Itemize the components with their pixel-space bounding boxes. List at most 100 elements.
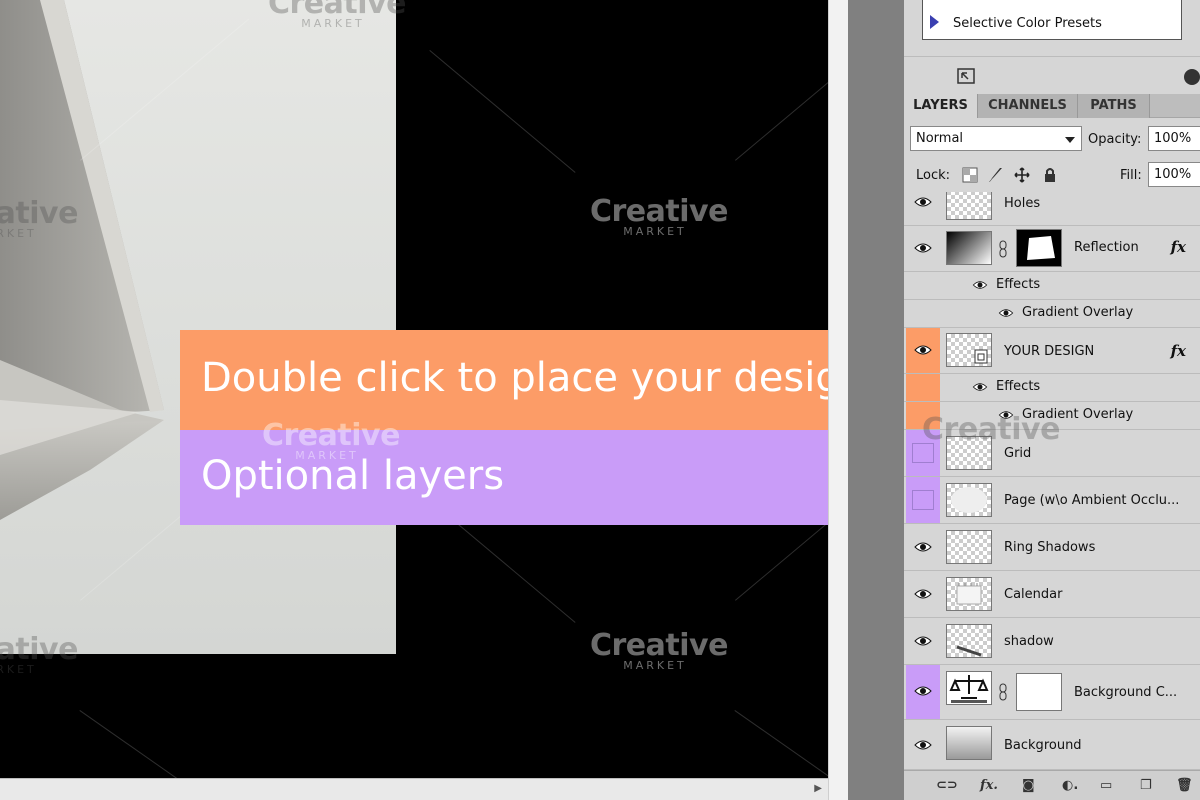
blend-mode-select[interactable]: Normal bbox=[910, 126, 1082, 151]
highlight-strip bbox=[906, 374, 940, 401]
effects-row[interactable]: Effects bbox=[904, 374, 1200, 402]
tab-paths[interactable]: PATHS bbox=[1078, 94, 1150, 118]
panel-tabs: LAYERS CHANNELS PATHS bbox=[904, 94, 1200, 118]
tab-channels[interactable]: CHANNELS bbox=[978, 94, 1078, 118]
fill-label: Fill: bbox=[1120, 168, 1142, 183]
calendar-stand-illustration bbox=[0, 0, 164, 520]
eye-icon bbox=[914, 740, 932, 750]
visibility-toggle[interactable] bbox=[906, 524, 940, 570]
adjustment-layer-icon[interactable]: ◐. bbox=[1062, 778, 1078, 793]
layer-name: YOUR DESIGN bbox=[1004, 344, 1095, 359]
eye-icon[interactable] bbox=[972, 382, 988, 392]
eye-icon[interactable] bbox=[998, 308, 1014, 318]
layer-thumbnail bbox=[946, 436, 992, 470]
opacity-input[interactable]: 100% bbox=[1148, 126, 1200, 151]
effect-row[interactable]: Gradient Overlay bbox=[904, 300, 1200, 328]
layer-thumbnail bbox=[946, 624, 992, 658]
eye-icon bbox=[914, 197, 932, 207]
fx-icon[interactable]: fx bbox=[1171, 342, 1186, 360]
lock-label: Lock: bbox=[916, 168, 951, 183]
layer-name: Holes bbox=[1004, 196, 1041, 211]
effect-name: Gradient Overlay bbox=[1022, 407, 1134, 422]
hidden-eye-box bbox=[912, 490, 934, 510]
visibility-toggle[interactable] bbox=[906, 477, 940, 523]
layer-thumbnail bbox=[946, 577, 992, 611]
link-layers-icon[interactable]: ⊂⊃ bbox=[936, 778, 958, 793]
trash-icon[interactable]: 🗑 bbox=[1176, 778, 1193, 793]
opacity-label: Opacity: bbox=[1088, 132, 1142, 147]
new-group-icon[interactable]: ▭ bbox=[1100, 778, 1112, 793]
chain-link-icon[interactable] bbox=[997, 240, 1009, 258]
effects-label: Effects bbox=[996, 277, 1041, 292]
eye-icon bbox=[914, 686, 932, 696]
new-layer-icon[interactable]: ❐ bbox=[1140, 778, 1152, 793]
adjustment-thumbnail bbox=[946, 671, 992, 705]
fx-icon[interactable]: fx bbox=[1171, 238, 1186, 256]
fx-icon[interactable]: fx. bbox=[980, 778, 998, 793]
eye-icon bbox=[914, 636, 932, 646]
expand-triangle-icon[interactable] bbox=[930, 15, 939, 29]
chevron-down-icon bbox=[1065, 137, 1075, 143]
scroll-right-icon[interactable]: ▶ bbox=[814, 783, 822, 794]
horizontal-scrollbar[interactable]: ▶ bbox=[0, 778, 828, 800]
visibility-toggle[interactable] bbox=[906, 430, 940, 476]
eye-icon bbox=[914, 243, 932, 253]
lock-brush-icon[interactable] bbox=[988, 167, 1004, 183]
layer-row-your-design[interactable]: YOUR DESIGN fx bbox=[904, 328, 1200, 374]
adjustments-footer bbox=[904, 56, 1200, 94]
visibility-toggle[interactable] bbox=[906, 618, 940, 664]
return-to-list-icon[interactable] bbox=[956, 67, 976, 87]
layer-row[interactable]: Ring Shadows bbox=[904, 524, 1200, 571]
watermark: CreativeMARKET bbox=[590, 194, 728, 238]
selective-color-presets-item[interactable]: Selective Color Presets bbox=[922, 0, 1182, 40]
effects-row[interactable]: Effects bbox=[904, 272, 1200, 300]
layer-name: shadow bbox=[1004, 634, 1054, 649]
visibility-toggle[interactable] bbox=[906, 720, 940, 769]
visibility-toggle[interactable] bbox=[906, 192, 940, 225]
chain-link-icon[interactable] bbox=[997, 683, 1009, 701]
watermark: CreativeMARKET bbox=[590, 628, 728, 672]
layer-thumbnail bbox=[946, 231, 992, 265]
vertical-scrollbar[interactable] bbox=[828, 0, 848, 800]
place-design-banner: Double click to place your design bbox=[180, 330, 880, 430]
layer-row[interactable]: Calendar bbox=[904, 571, 1200, 618]
visibility-toggle[interactable] bbox=[906, 226, 940, 271]
layer-mask-thumbnail[interactable] bbox=[1016, 673, 1062, 711]
eye-icon bbox=[914, 345, 932, 355]
effect-row[interactable]: Gradient Overlay bbox=[904, 402, 1200, 430]
visibility-toggle[interactable] bbox=[906, 571, 940, 617]
layer-row[interactable]: Background bbox=[904, 720, 1200, 770]
layer-row[interactable]: Page (w\o Ambient Occlu... bbox=[904, 477, 1200, 524]
visibility-toggle[interactable] bbox=[906, 665, 940, 719]
panel-dock-gap bbox=[848, 0, 904, 800]
eye-icon[interactable] bbox=[998, 410, 1014, 420]
layer-row[interactable]: Background C... bbox=[904, 665, 1200, 720]
layer-row[interactable]: Holes bbox=[904, 192, 1200, 226]
blend-row: Normal Opacity: 100% bbox=[904, 122, 1200, 156]
layer-thumbnail bbox=[946, 483, 992, 517]
layer-name: Calendar bbox=[1004, 587, 1063, 602]
eye-icon[interactable] bbox=[972, 280, 988, 290]
preset-label: Selective Color Presets bbox=[953, 16, 1102, 31]
layer-thumbnail bbox=[946, 192, 992, 220]
layer-row[interactable]: Grid bbox=[904, 430, 1200, 477]
tab-layers[interactable]: LAYERS bbox=[904, 94, 978, 118]
layer-mask-thumbnail[interactable] bbox=[1016, 229, 1062, 267]
lock-all-icon[interactable] bbox=[1042, 167, 1058, 183]
fill-input[interactable]: 100% bbox=[1148, 162, 1200, 187]
layer-row[interactable]: Reflection fx bbox=[904, 226, 1200, 272]
layer-name: Page (w\o Ambient Occlu... bbox=[1004, 493, 1180, 508]
hidden-eye-box bbox=[912, 443, 934, 463]
layer-row[interactable]: shadow bbox=[904, 618, 1200, 665]
effects-label: Effects bbox=[996, 379, 1041, 394]
lock-transparency-icon[interactable] bbox=[962, 167, 978, 183]
visibility-toggle[interactable] bbox=[906, 328, 940, 373]
blend-mode-value: Normal bbox=[916, 131, 964, 146]
add-mask-icon[interactable]: ◙ bbox=[1022, 778, 1035, 793]
layers-panel: Selective Color Presets LAYERS CHANNELS … bbox=[904, 0, 1200, 800]
clip-icon[interactable] bbox=[1182, 67, 1200, 87]
highlight-strip bbox=[906, 402, 940, 429]
smart-object-thumbnail bbox=[946, 333, 992, 367]
layer-name: Ring Shadows bbox=[1004, 540, 1096, 555]
lock-move-icon[interactable] bbox=[1014, 167, 1030, 183]
